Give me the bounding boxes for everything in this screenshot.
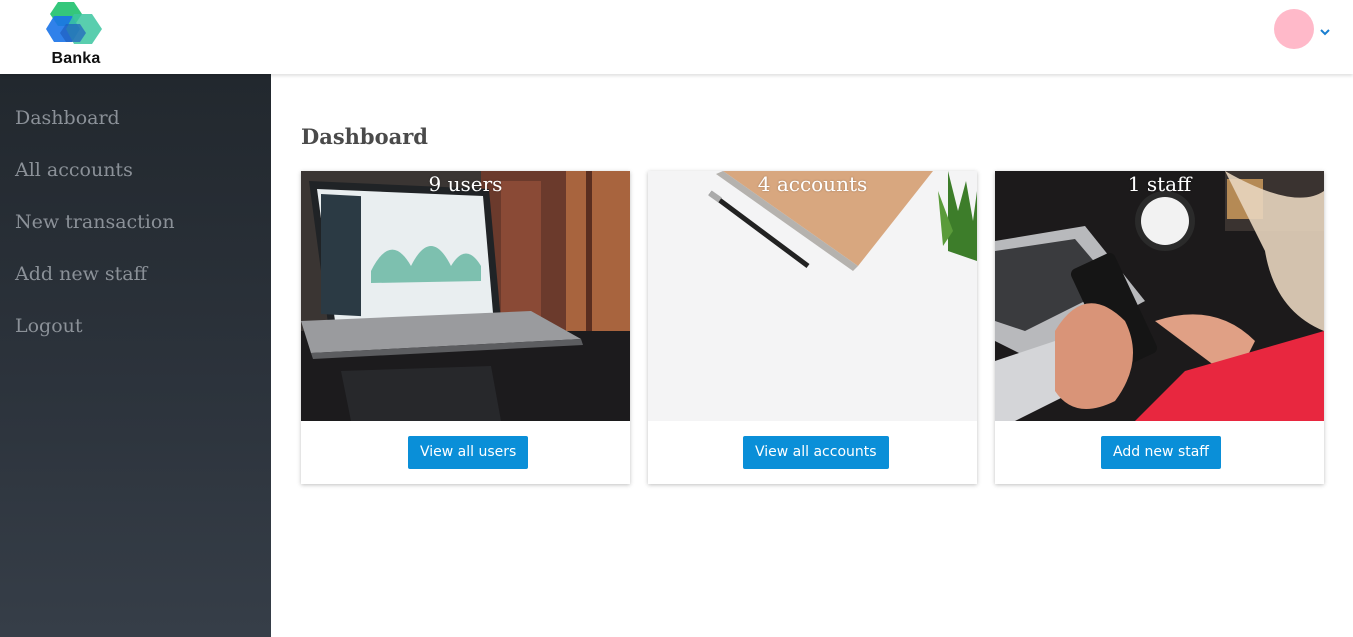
top-bar: Banka <box>0 0 1353 74</box>
view-all-users-button[interactable]: View all users <box>408 436 529 469</box>
sidebar-item-add-new-staff[interactable]: Add new staff <box>15 263 147 285</box>
add-new-staff-button[interactable]: Add new staff <box>1101 436 1221 469</box>
sidebar-item-dashboard[interactable]: Dashboard <box>15 107 120 129</box>
brand-logo[interactable]: Banka <box>44 2 108 70</box>
accounts-card: 4 accounts View all accounts <box>648 171 977 484</box>
users-card-image: 9 users <box>301 171 630 421</box>
avatar[interactable] <box>1274 9 1314 49</box>
accounts-count: 4 accounts <box>757 172 868 196</box>
staff-count: 1 staff <box>1127 172 1192 196</box>
view-all-accounts-button[interactable]: View all accounts <box>743 436 889 469</box>
sidebar: Dashboard All accounts New transaction A… <box>0 74 271 637</box>
chevron-down-icon[interactable] <box>1319 27 1331 37</box>
sidebar-item-all-accounts[interactable]: All accounts <box>15 159 133 181</box>
sidebar-item-new-transaction[interactable]: New transaction <box>15 211 175 233</box>
brand-name: Banka <box>51 50 101 67</box>
page-title: Dashboard <box>301 124 428 149</box>
staff-card: 1 staff Add new staff <box>995 171 1324 484</box>
users-count: 9 users <box>428 172 503 196</box>
sidebar-item-logout[interactable]: Logout <box>15 315 83 337</box>
accounts-card-image: 4 accounts <box>648 171 977 421</box>
staff-card-image: 1 staff <box>995 171 1324 421</box>
hexagon-logo-icon <box>46 2 102 44</box>
users-card: 9 users View all users <box>301 171 630 484</box>
